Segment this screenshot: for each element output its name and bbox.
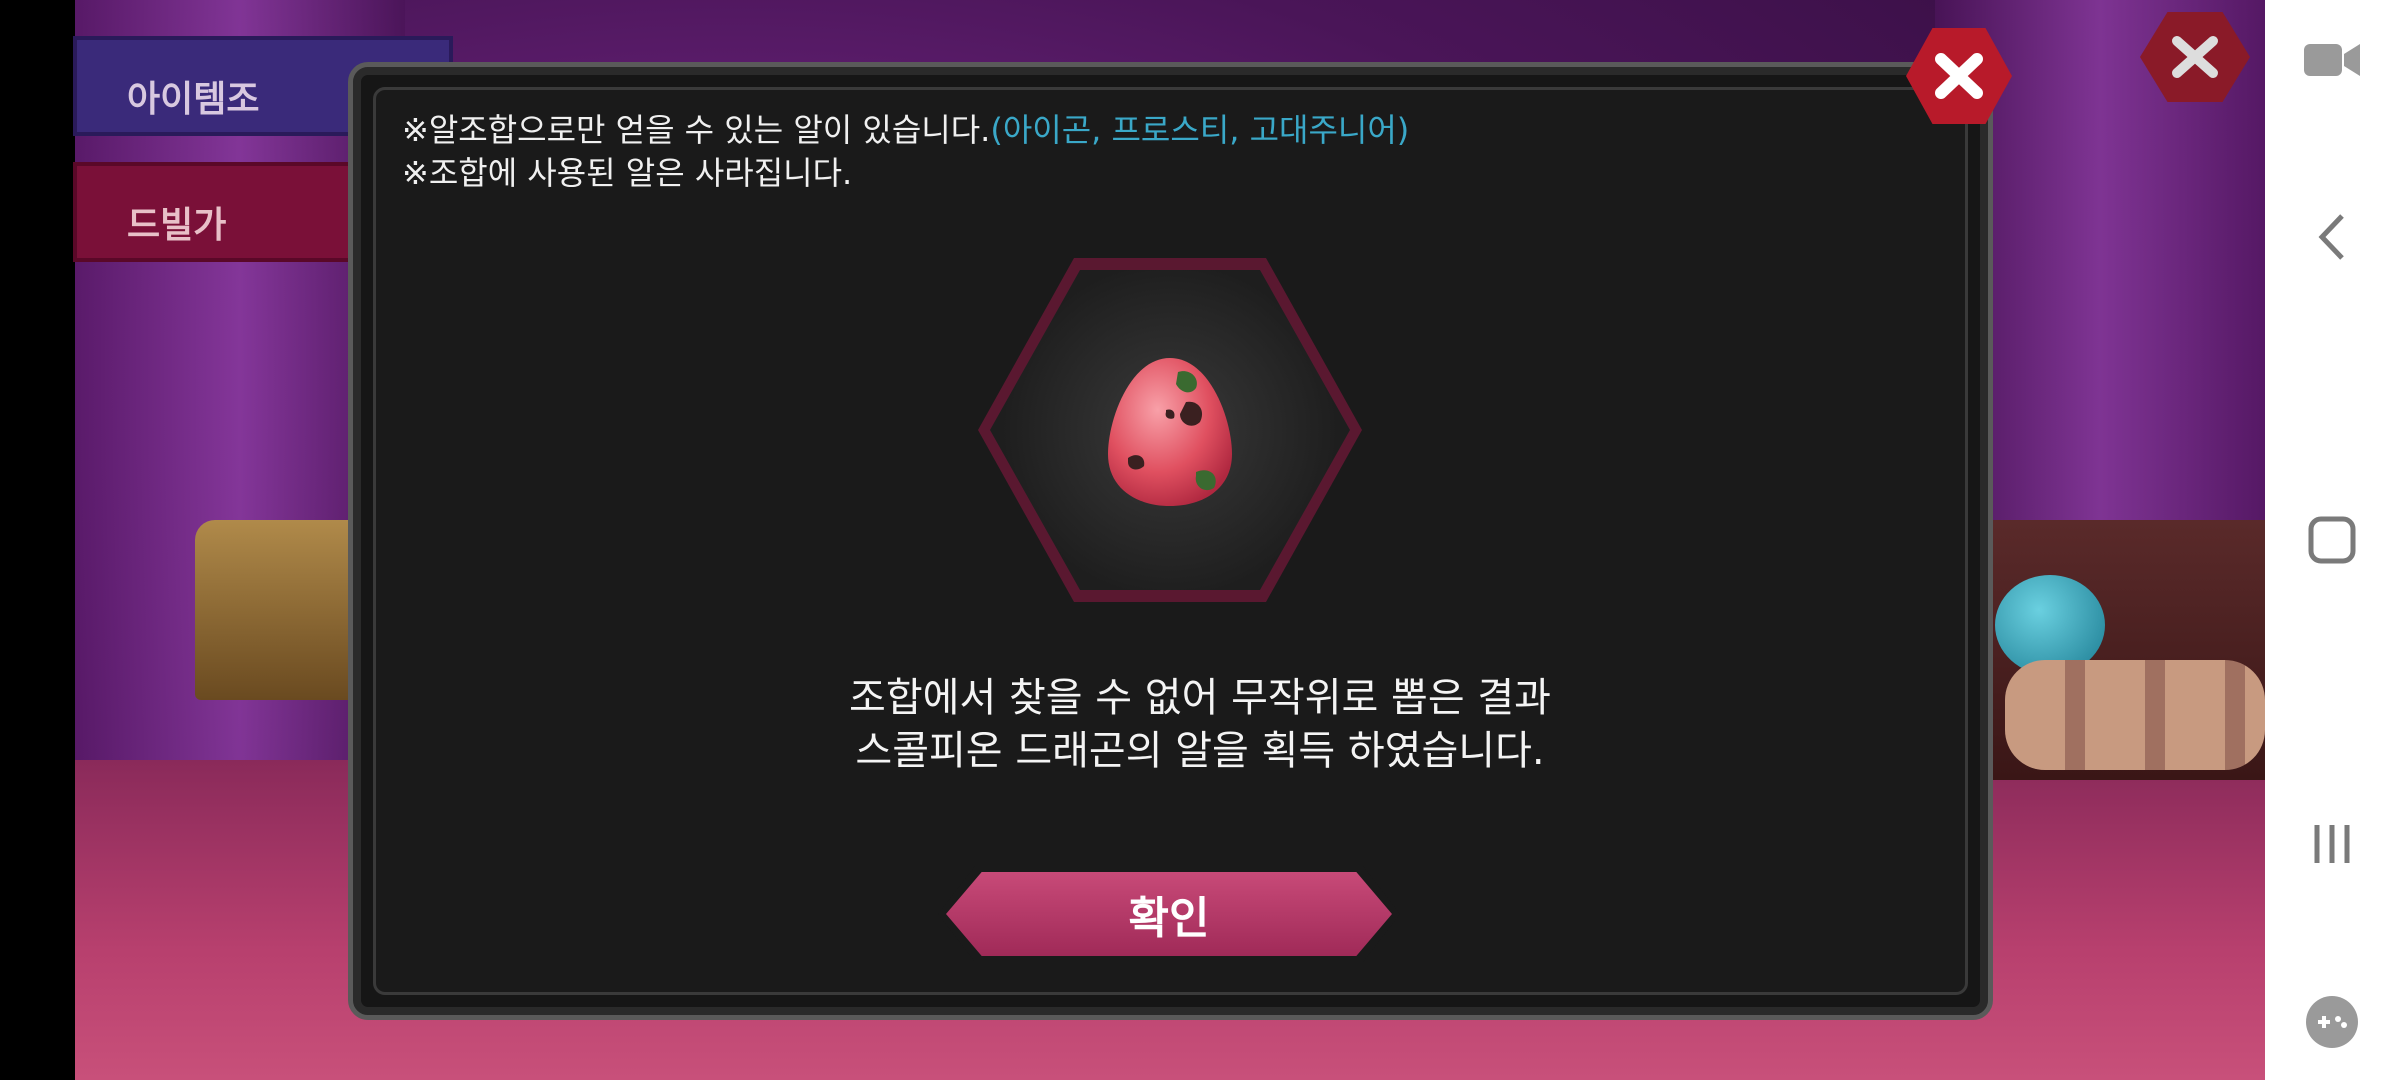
home-icon[interactable] [2300, 508, 2364, 572]
result-message-line-1: 조합에서 찾을 수 없어 무작위로 뽑은 결과 [849, 675, 1551, 721]
confirm-button[interactable]: 확인 [938, 866, 1400, 962]
result-message-line-2: 스콜피온 드래곤의 알을 획득 하였습니다. [855, 728, 1545, 774]
game-controller-icon[interactable] [2300, 990, 2364, 1054]
confirm-button-label: 확인 [946, 872, 1392, 956]
back-icon[interactable] [2300, 205, 2364, 269]
side-menu-label: 드빌가 [127, 205, 227, 246]
scorpion-dragon-egg-icon [1100, 350, 1240, 510]
video-camera-icon[interactable] [2300, 28, 2364, 92]
notice-line-2: ※조합에 사용된 알은 사라집니다. [402, 154, 853, 192]
close-icon [2172, 36, 2218, 78]
close-icon [1935, 53, 1983, 99]
notice-highlight-text: (아이곤, 프로스티, 고대주니어) [990, 111, 1410, 149]
side-menu-label: 아이템조 [127, 79, 260, 120]
left-black-bar [0, 0, 75, 1080]
recents-icon[interactable] [2300, 812, 2364, 876]
notice-text: ※알조합으로만 얻을 수 있는 알이 있습니다. [402, 111, 991, 149]
notice-line-1: ※알조합으로만 얻을 수 있는 알이 있습니다.(아이곤, 프로스티, 고대주니… [402, 105, 1409, 151]
